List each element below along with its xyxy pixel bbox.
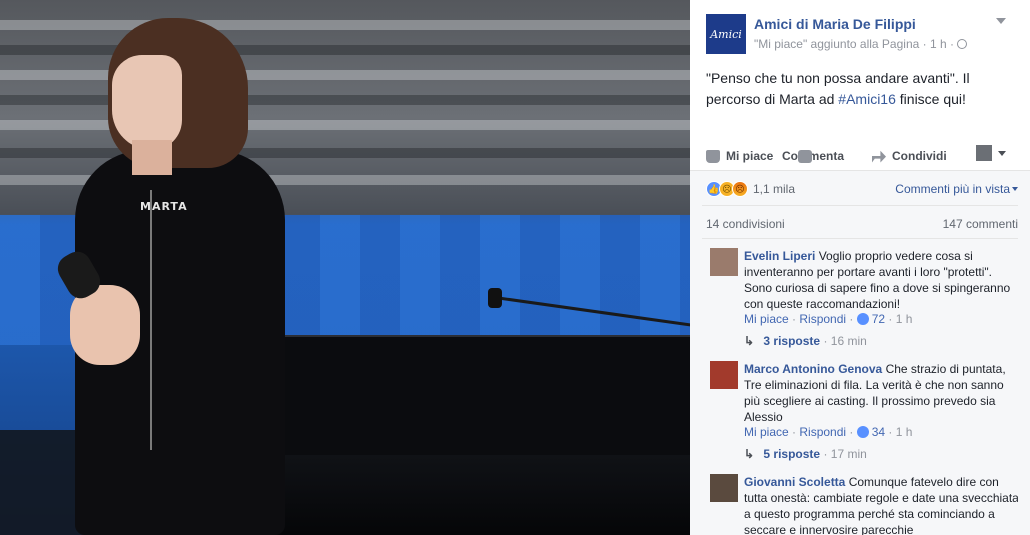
avatar[interactable]	[710, 474, 738, 502]
bleacher-row	[0, 95, 690, 105]
comment-author-link[interactable]: Giovanni Scoletta	[744, 475, 845, 489]
comment-like-link[interactable]: Mi piace	[744, 312, 789, 326]
comment-item: Giovanni Scoletta Comunque fatevelo dire…	[706, 474, 1018, 535]
like-reaction-icon	[856, 426, 869, 438]
comment-time[interactable]: 1 h	[896, 425, 913, 439]
comment-reply-link[interactable]: Rispondi	[799, 425, 846, 439]
grand-piano	[270, 335, 690, 455]
viewer-avatar[interactable]	[976, 145, 992, 161]
comment-item: Marco Antonino Genova Che strazio di pun…	[706, 361, 1018, 461]
piano-base	[270, 455, 690, 535]
angry-reaction-icon: ☹	[732, 181, 748, 197]
comment-item: Evelin Liperi Voglio proprio vedere cosa…	[706, 248, 1018, 348]
comment-body: Marco Antonino Genova Che strazio di pun…	[744, 361, 1020, 425]
replies-dot: ·	[823, 334, 828, 348]
reply-arrow-icon: ↳	[744, 334, 755, 348]
person-neck	[132, 140, 172, 175]
avatar[interactable]	[710, 361, 738, 389]
share-label: Condividi	[892, 149, 947, 163]
divider	[702, 238, 1018, 239]
comment-author-link[interactable]: Marco Antonino Genova	[744, 362, 882, 376]
comment-body: Giovanni Scoletta Comunque fatevelo dire…	[744, 474, 1018, 535]
replies-time: 17 min	[830, 447, 867, 461]
sort-label: Commenti più in vista	[895, 182, 1010, 196]
comment-body: Evelin Liperi Voglio proprio vedere cosa…	[744, 248, 1020, 312]
hoodie-zip	[150, 190, 152, 450]
comment-like-link[interactable]: Mi piace	[744, 425, 789, 439]
caret-down-icon	[1012, 187, 1018, 191]
post-photo[interactable]: MARTA	[0, 0, 690, 535]
post-meta: "Mi piace" aggiunto alla Pagina · 1 h ·	[754, 37, 967, 51]
comment-like-count[interactable]: 72	[872, 312, 885, 326]
bleacher-row	[0, 148, 690, 158]
replies-dot: ·	[823, 447, 828, 461]
post-message: "Penso che tu non possa andare avanti". …	[706, 68, 1018, 110]
reaction-count: 1,1 mila	[753, 182, 796, 196]
shares-count-link[interactable]: 14 condivisioni	[706, 217, 785, 231]
post-meta-text: "Mi piace" aggiunto alla Pagina · 1 h ·	[754, 37, 954, 51]
like-reaction-icon	[856, 313, 869, 325]
speech-bubble-icon	[798, 149, 812, 163]
hashtag-link[interactable]: #Amici16	[838, 91, 896, 107]
comment-button[interactable]: Commenta	[782, 149, 844, 163]
reactions-summary[interactable]: 👍 ☹ ☹ 1,1 mila	[706, 180, 795, 198]
replies-time: 16 min	[830, 334, 867, 348]
comment-sort-dropdown[interactable]: Commenti più in vista	[895, 182, 1018, 196]
replies-count: 5 risposte	[763, 447, 821, 461]
post-header: Amici Amici di Maria De Filippi "Mi piac…	[706, 14, 1016, 54]
comment-footer: Mi piace · Rispondi · 72 · 1 h	[744, 312, 913, 326]
bleacher-row	[0, 120, 690, 130]
like-button[interactable]: Mi piace	[706, 149, 773, 163]
comment-like-count[interactable]: 34	[872, 425, 885, 439]
comment-label: Commenta	[782, 149, 845, 163]
view-replies-link[interactable]: ↳ 5 risposte · 17 min	[744, 447, 867, 461]
comment-time[interactable]: 1 h	[896, 312, 913, 326]
comment-reply-link[interactable]: Rispondi	[799, 312, 846, 326]
bleacher-row	[0, 70, 690, 80]
bleacher-row	[0, 20, 690, 30]
reply-arrow-icon: ↳	[744, 447, 755, 461]
divider	[702, 205, 1018, 206]
post-text-after: finisce qui!	[895, 91, 966, 107]
chevron-down-icon[interactable]	[996, 18, 1006, 24]
comments-count-link[interactable]: 147 commenti	[943, 217, 1018, 231]
page-avatar[interactable]: Amici	[706, 14, 746, 54]
view-replies-link[interactable]: ↳ 3 risposte · 16 min	[744, 334, 867, 348]
shirt-print: MARTA	[140, 200, 188, 213]
post-panel: Amici Amici di Maria De Filippi "Mi piac…	[690, 0, 1030, 535]
post-actions: Mi piace Commenta Condividi	[706, 145, 1016, 169]
bleacher-row	[0, 45, 690, 55]
comment-footer: Mi piace · Rispondi · 34 · 1 h	[744, 425, 913, 439]
thumbs-up-icon	[706, 149, 720, 163]
avatar[interactable]	[710, 248, 738, 276]
page-avatar-logo-text: Amici	[710, 27, 742, 41]
chevron-down-icon[interactable]	[998, 151, 1006, 156]
comment-author-link[interactable]: Evelin Liperi	[744, 249, 815, 263]
person-face	[112, 55, 182, 150]
like-label: Mi piace	[726, 149, 774, 163]
stand-microphone	[488, 288, 502, 308]
replies-count: 3 risposte	[763, 334, 821, 348]
share-arrow-icon	[872, 150, 886, 163]
globe-icon	[956, 39, 967, 49]
share-button[interactable]: Condividi	[872, 149, 947, 163]
page-name-link[interactable]: Amici di Maria De Filippi	[754, 16, 916, 32]
